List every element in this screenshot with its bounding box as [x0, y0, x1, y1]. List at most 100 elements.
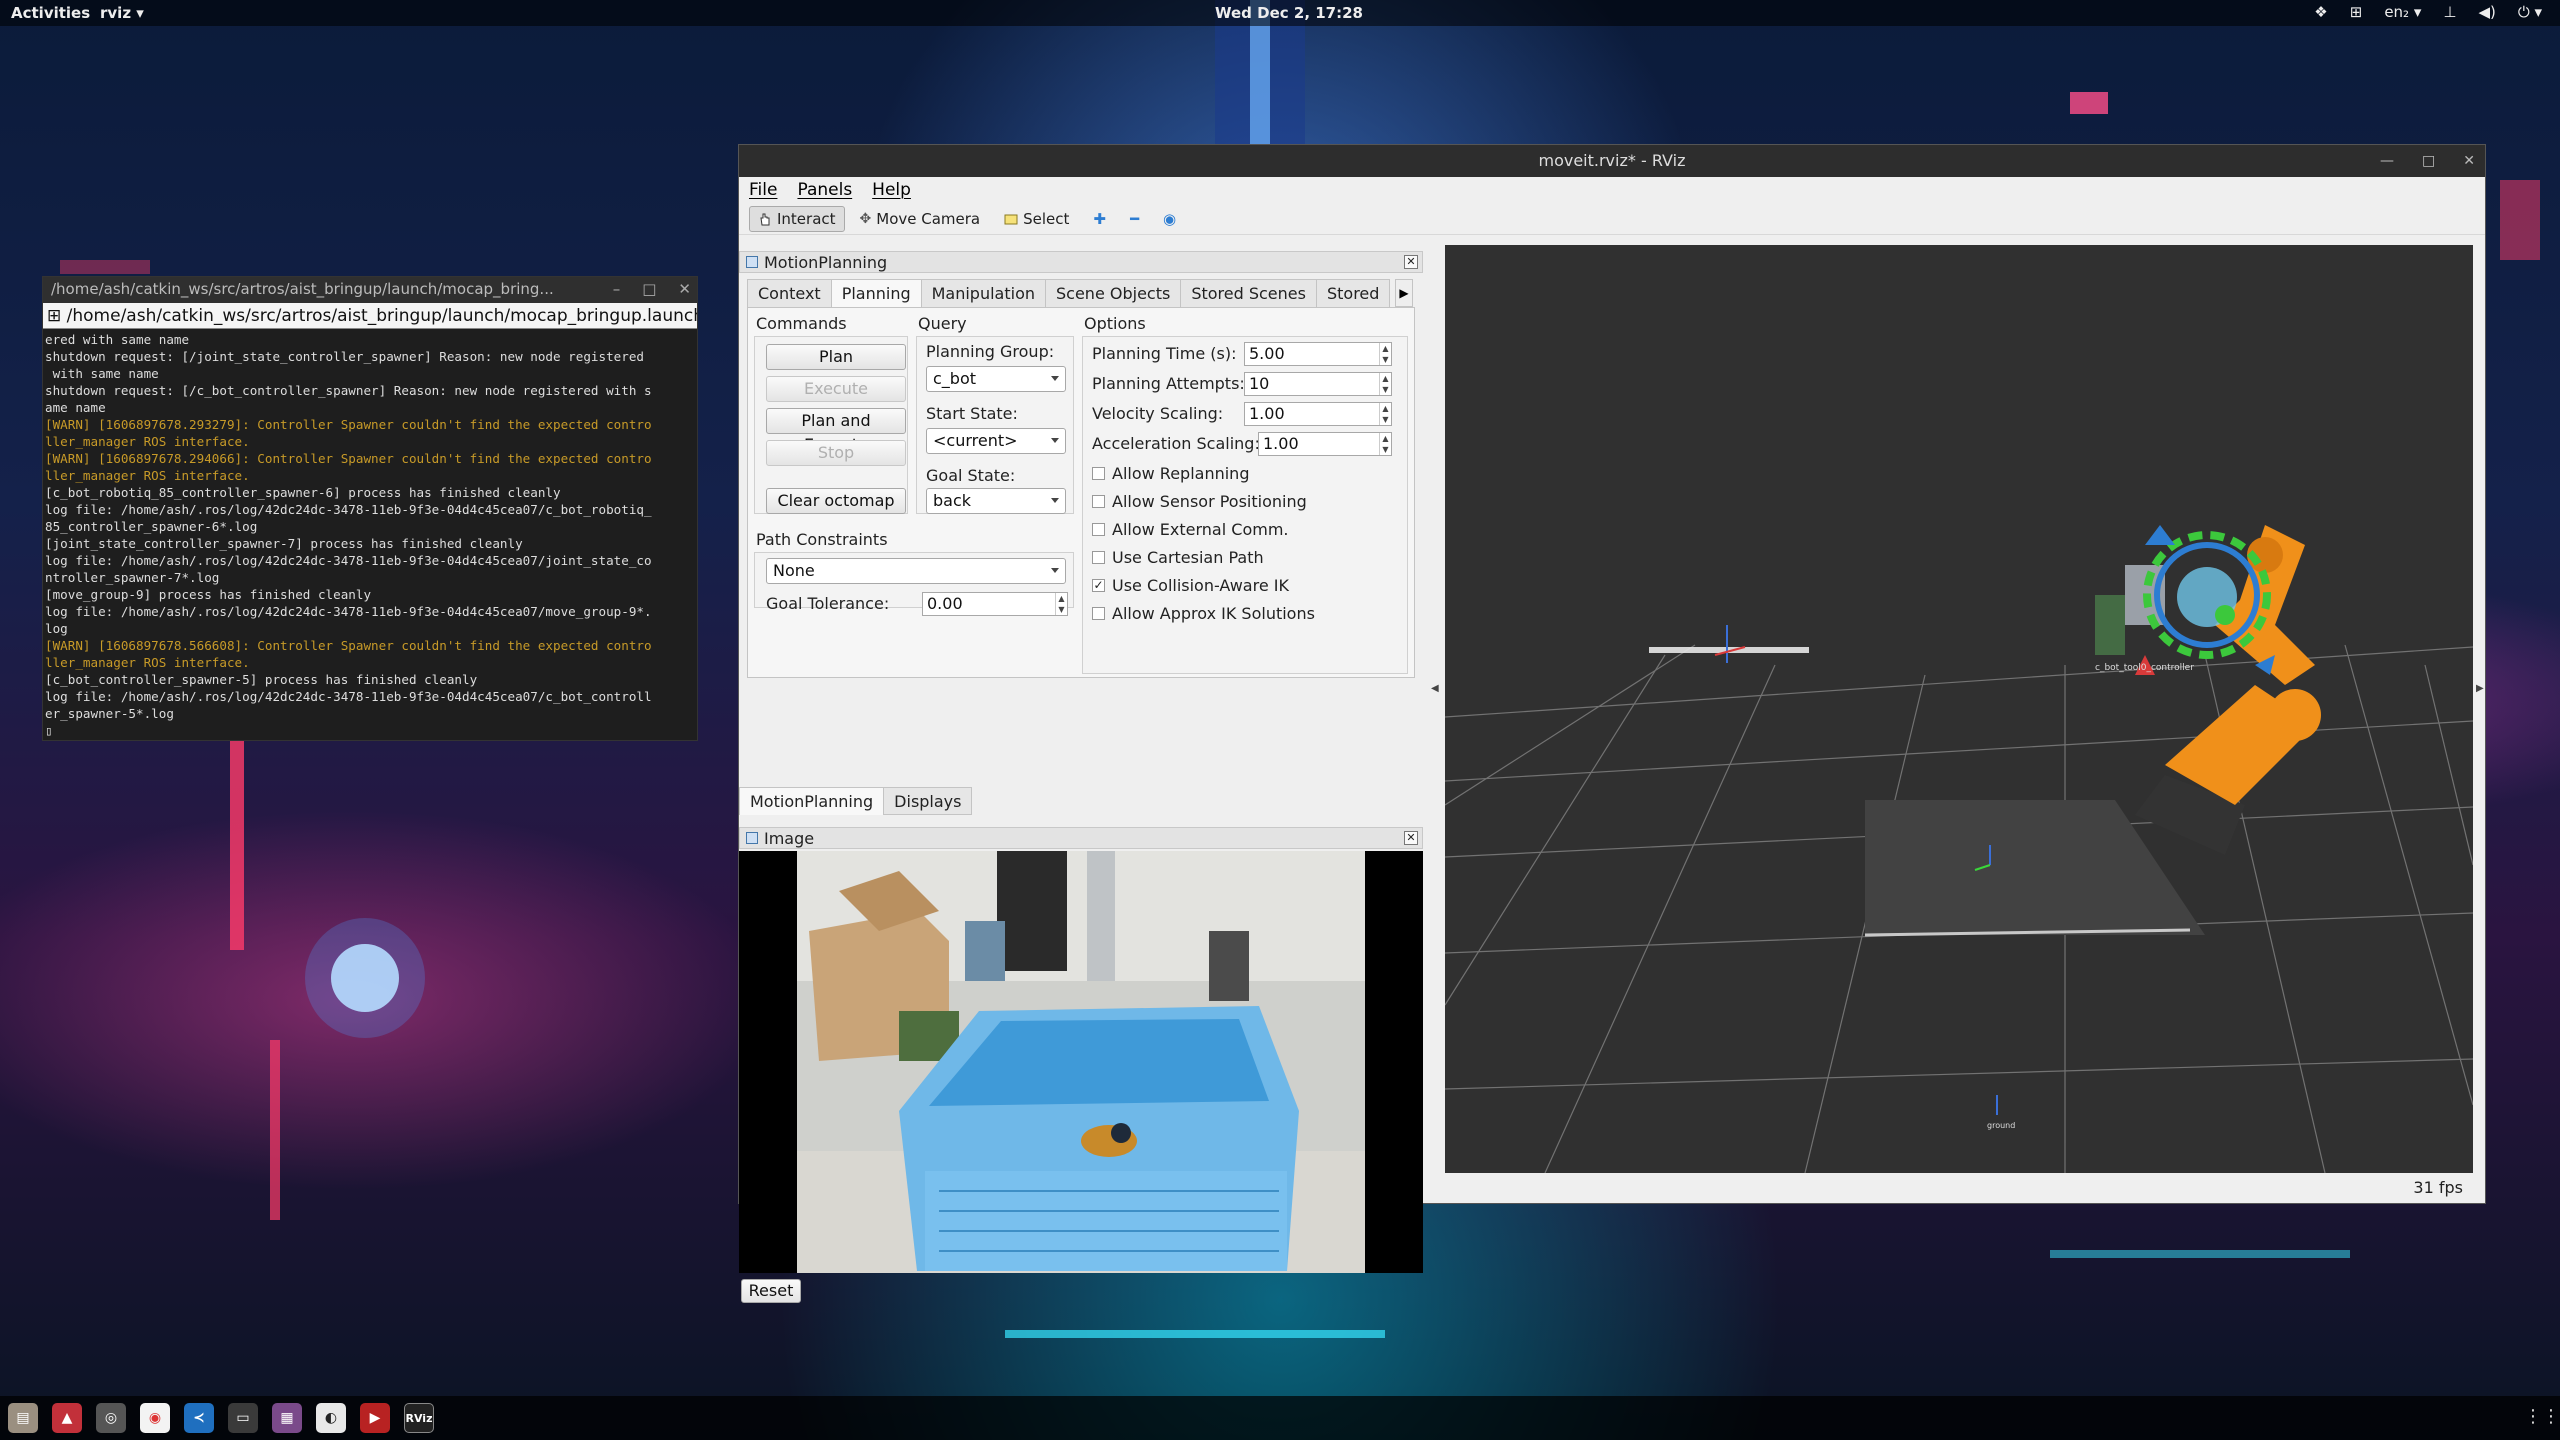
volume-icon[interactable]: ◀): [2478, 3, 2495, 21]
rviz-window[interactable]: moveit.rviz* - RViz — □ ✕ File Panels He…: [738, 144, 2486, 1303]
checkbox-box[interactable]: [1092, 523, 1105, 536]
rviz-icon[interactable]: RViz: [404, 1403, 434, 1433]
use-collision-aware-ik-checkbox[interactable]: ✓ Use Collision-Aware IK: [1092, 576, 1289, 595]
language-indicator[interactable]: en₂ ▾: [2384, 3, 2421, 21]
allow-sensor-positioning-checkbox[interactable]: Allow Sensor Positioning: [1092, 492, 1307, 511]
tab-displays[interactable]: Displays: [883, 787, 973, 815]
maximize-icon[interactable]: □: [2422, 145, 2435, 177]
maximize-icon[interactable]: □: [642, 280, 656, 298]
allow-external-comm-checkbox[interactable]: Allow External Comm.: [1092, 520, 1288, 539]
spin-arrows-icon[interactable]: ▲ ▼: [1379, 343, 1391, 365]
add-tool-button[interactable]: ✚: [1084, 206, 1115, 232]
menu-file[interactable]: File: [749, 180, 777, 200]
goal-state-select[interactable]: back: [926, 488, 1066, 514]
video-icon[interactable]: ▶: [360, 1403, 390, 1433]
interact-tool[interactable]: Interact: [749, 205, 845, 232]
reset-button[interactable]: Reset: [741, 1279, 801, 1303]
execute-button[interactable]: Execute: [766, 376, 906, 402]
select-label: Select: [1023, 209, 1070, 228]
checkbox-box[interactable]: [1092, 467, 1105, 480]
left-splitter[interactable]: ◀: [1429, 245, 1443, 1173]
use-cartesian-path-checkbox[interactable]: Use Cartesian Path: [1092, 548, 1264, 567]
show-applications-icon[interactable]: ⋮⋮: [2524, 1406, 2560, 1428]
tab-scene-objects[interactable]: Scene Objects: [1045, 279, 1182, 307]
move-camera-tool[interactable]: ✥ Move Camera: [851, 206, 990, 232]
planning-time-spinbox[interactable]: 5.00 ▲ ▼: [1244, 342, 1392, 366]
steam-icon[interactable]: ◐: [316, 1403, 346, 1433]
network-icon[interactable]: ⊥: [2443, 3, 2456, 21]
close-icon[interactable]: ✕: [2463, 145, 2475, 177]
tool-options-button[interactable]: ◉: [1154, 206, 1185, 232]
ground-frame-label: ground: [1987, 1121, 2015, 1130]
image-panel-header[interactable]: Image ✕: [739, 827, 1423, 849]
tab-planning[interactable]: Planning: [830, 279, 922, 307]
goal-tolerance-spinbox[interactable]: 0.00 ▲ ▼: [922, 592, 1068, 616]
dropbox-icon[interactable]: ❖: [2314, 3, 2327, 21]
matlab-icon[interactable]: ▲: [52, 1403, 82, 1433]
spin-arrows-icon[interactable]: ▲ ▼: [1379, 433, 1391, 455]
checkmark-icon[interactable]: ✓: [1092, 579, 1105, 592]
path-constraints-select[interactable]: None: [766, 558, 1066, 584]
acceleration-scaling-spinbox[interactable]: 1.00 ▲ ▼: [1258, 432, 1392, 456]
terminal-titlebar[interactable]: /home/ash/catkin_ws/src/artros/aist_brin…: [43, 277, 697, 303]
files-icon[interactable]: ▤: [8, 1403, 38, 1433]
planning-attempts-spinbox[interactable]: 10 ▲ ▼: [1244, 372, 1392, 396]
velocity-scaling-spinbox[interactable]: 1.00 ▲ ▼: [1244, 402, 1392, 426]
tab-scroll-right-icon[interactable]: ▶: [1395, 279, 1413, 307]
activities-button[interactable]: Activities: [11, 4, 90, 22]
plan-button[interactable]: Plan: [766, 344, 906, 370]
close-panel-icon[interactable]: ✕: [1404, 831, 1418, 845]
system-tray[interactable]: ❖ ⊞ en₂ ▾ ⊥ ◀) ⏻ ▾: [2314, 3, 2542, 21]
spin-arrows-icon[interactable]: ▲ ▼: [1055, 593, 1067, 615]
close-panel-icon[interactable]: ✕: [1404, 255, 1418, 269]
tab-manipulation[interactable]: Manipulation: [920, 279, 1046, 307]
remove-tool-button[interactable]: ━: [1121, 206, 1148, 232]
tab-stored-states[interactable]: Stored: [1315, 279, 1391, 307]
spin-arrows-icon[interactable]: ▲ ▼: [1379, 373, 1391, 395]
power-icon[interactable]: ⏻ ▾: [2518, 3, 2542, 21]
start-state-select[interactable]: <current>: [926, 428, 1066, 454]
planning-group-select[interactable]: c_bot: [926, 366, 1066, 392]
terminal-icon[interactable]: ▭: [228, 1403, 258, 1433]
clear-octomap-button[interactable]: Clear octomap: [766, 488, 906, 514]
terminal-window[interactable]: /home/ash/catkin_ws/src/artros/aist_brin…: [42, 276, 698, 741]
motion-planning-header[interactable]: MotionPlanning ✕: [739, 251, 1423, 273]
planning-attempts-label: Planning Attempts:: [1092, 374, 1245, 393]
grid-icon[interactable]: ⊞: [2350, 3, 2363, 21]
new-tab-icon[interactable]: ⊞: [47, 306, 67, 326]
stop-button[interactable]: Stop: [766, 440, 906, 466]
terminal-line: with same name: [45, 366, 159, 381]
vscode-icon[interactable]: ≺: [184, 1403, 214, 1433]
grid-line: [1445, 720, 2473, 782]
collapse-left-icon[interactable]: ◀: [1431, 683, 1439, 694]
app-menu[interactable]: rviz ▾: [100, 4, 144, 22]
checkbox-box[interactable]: [1092, 607, 1105, 620]
menu-help[interactable]: Help: [872, 180, 911, 200]
render-view-3d[interactable]: ground c_bot_tool0_controller: [1445, 245, 2473, 1173]
terminal-tab[interactable]: ⊞ /home/ash/catkin_ws/src/artros/aist_br…: [43, 303, 697, 329]
system-monitor-icon[interactable]: ▦: [272, 1403, 302, 1433]
checkbox-box[interactable]: [1092, 495, 1105, 508]
select-tool[interactable]: Select: [995, 206, 1078, 232]
allow-approx-ik-checkbox[interactable]: Allow Approx IK Solutions: [1092, 604, 1315, 623]
checkbox-box[interactable]: [1092, 551, 1105, 564]
plan-and-execute-button[interactable]: Plan and Execute: [766, 408, 906, 454]
motion-planning-title: MotionPlanning: [764, 253, 888, 272]
minimize-icon[interactable]: —: [2380, 145, 2394, 177]
menu-panels[interactable]: Panels: [797, 180, 852, 200]
chrome-icon[interactable]: ◉: [140, 1403, 170, 1433]
rviz-titlebar[interactable]: moveit.rviz* - RViz — □ ✕: [739, 145, 2485, 177]
allow-replanning-checkbox[interactable]: Allow Replanning: [1092, 464, 1249, 483]
camera-icon[interactable]: ◎: [96, 1403, 126, 1433]
minimize-icon[interactable]: –: [613, 280, 621, 298]
clock[interactable]: Wed Dec 2, 17:28: [1215, 4, 1363, 22]
terminal-output[interactable]: ered with same name shutdown request: [/j…: [43, 329, 697, 739]
tab-stored-scenes[interactable]: Stored Scenes: [1180, 279, 1317, 307]
terminal-line: [c_bot_controller_spawner-5] process has…: [45, 672, 478, 687]
tab-context[interactable]: Context: [747, 279, 832, 307]
tab-motionplanning[interactable]: MotionPlanning: [739, 787, 885, 815]
spin-arrows-icon[interactable]: ▲ ▼: [1379, 403, 1391, 425]
close-icon[interactable]: ✕: [678, 280, 691, 298]
right-splitter[interactable]: ▶: [2475, 245, 2485, 1173]
collapse-right-icon[interactable]: ▶: [2476, 683, 2484, 694]
